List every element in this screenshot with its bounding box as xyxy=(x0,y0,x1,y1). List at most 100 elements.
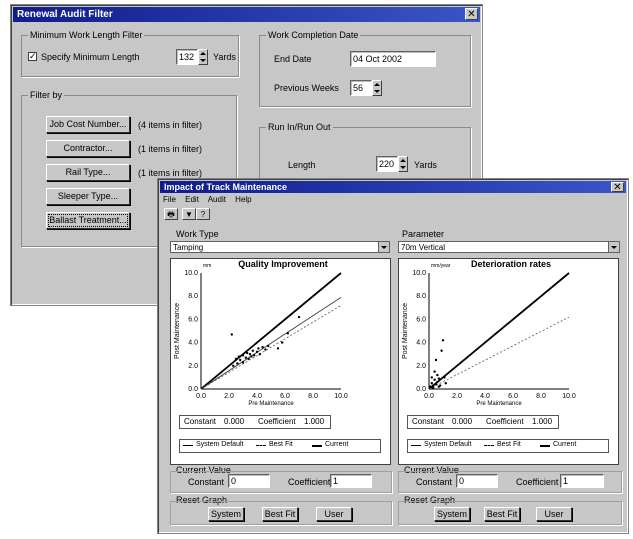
job-cost-number-button[interactable]: Job Cost Number... xyxy=(46,116,130,133)
rail-type-button[interactable]: Rail Type... xyxy=(46,164,130,181)
data-point xyxy=(241,361,245,364)
data-point xyxy=(281,341,284,344)
menu-bar: File Edit Audit Help xyxy=(163,195,259,204)
quality-chart-panel: Quality Improvement mm 0.0 0.0 2.0 2.0 4.0 4.0 6… xyxy=(170,258,391,465)
data-point xyxy=(250,355,253,358)
series-line-system-default xyxy=(200,272,342,390)
y-tick-label: 0.0 xyxy=(416,386,426,393)
coefficient-readout-value: 1.000 xyxy=(304,417,325,426)
help-pointer-icon[interactable]: ? xyxy=(196,208,210,220)
specify-min-length-checkbox[interactable]: ✓ xyxy=(28,52,37,61)
length-input[interactable]: 220 xyxy=(376,156,398,172)
system-button[interactable]: System xyxy=(434,507,470,521)
previous-weeks-input[interactable]: 56 xyxy=(350,80,372,96)
x-axis-label: Pre Maintenance xyxy=(248,401,294,407)
y-tick-label: 0.0 xyxy=(188,386,198,393)
data-point xyxy=(234,357,238,361)
min-length-input[interactable]: 132 xyxy=(176,49,198,65)
user-button[interactable]: User xyxy=(536,507,572,521)
data-point xyxy=(255,350,259,354)
data-point xyxy=(230,333,233,336)
data-point xyxy=(433,370,436,373)
legend-system-default: System Default xyxy=(424,441,472,448)
data-point xyxy=(276,347,280,350)
min-length-group: Minimum Work Length Filter ✓ Specify Min… xyxy=(21,30,239,77)
x-tick-label: 6.0 xyxy=(508,393,518,400)
data-point xyxy=(236,362,239,365)
legend-best-fit: Best Fit xyxy=(269,441,293,448)
cv-constant-input[interactable]: 0 xyxy=(456,474,498,488)
chevron-down-icon[interactable] xyxy=(378,242,389,252)
quality-legend: System Default Best Fit Current xyxy=(179,439,381,453)
data-point xyxy=(429,385,432,388)
best-fit-button[interactable]: Best Fit xyxy=(484,507,520,521)
back-close-button[interactable]: ✕ xyxy=(465,8,478,20)
x-tick-label: 4.0 xyxy=(252,393,262,400)
parameter-label: Parameter xyxy=(402,229,445,239)
y-tick-label: 4.0 xyxy=(188,340,198,347)
end-date-input[interactable]: 04 Oct 2002 xyxy=(350,51,436,67)
ballast-treatment-button[interactable]: Ballast Treatment... xyxy=(46,212,130,229)
cv-coefficient-input[interactable]: 1 xyxy=(330,474,372,488)
menu-audit[interactable]: Audit xyxy=(208,195,226,204)
previous-weeks-label: Previous Weeks xyxy=(274,83,339,93)
data-point xyxy=(434,383,438,386)
data-point xyxy=(246,351,249,355)
sleeper-type-button[interactable]: Sleeper Type... xyxy=(46,188,130,205)
x-axis-label: Pre Maintenance xyxy=(476,401,522,407)
cv-constant-input[interactable]: 0 xyxy=(228,474,270,488)
data-point xyxy=(257,347,260,350)
constant-readout-value: 0.000 xyxy=(452,417,473,426)
previous-weeks-spinner[interactable] xyxy=(372,80,382,96)
data-point xyxy=(244,356,247,359)
best-fit-button[interactable]: Best Fit xyxy=(262,507,298,521)
data-point xyxy=(261,346,264,349)
chart-title: Deterioration rates xyxy=(471,259,551,269)
menu-help[interactable]: Help xyxy=(235,195,251,204)
constant-readout-label: Constant xyxy=(184,417,217,426)
deterioration-legend: System Default Best Fit Current xyxy=(407,439,609,453)
contractor-button[interactable]: Contractor... xyxy=(46,140,130,157)
front-close-button[interactable]: ✕ xyxy=(611,182,624,193)
min-length-spinner[interactable] xyxy=(198,49,208,65)
data-point xyxy=(433,378,436,381)
length-spinner[interactable] xyxy=(398,156,408,172)
y-tick-label: 8.0 xyxy=(416,293,426,300)
data-point xyxy=(440,349,443,352)
user-button[interactable]: User xyxy=(316,507,352,521)
filter-icon[interactable]: ▼ xyxy=(182,208,196,220)
x-tick-label: 8.0 xyxy=(308,393,318,400)
menu-edit[interactable]: Edit xyxy=(185,195,199,204)
chart-unit-label: mm xyxy=(203,263,211,269)
cv-coefficient-input[interactable]: 1 xyxy=(560,474,604,488)
chevron-down-icon[interactable] xyxy=(608,242,619,252)
menu-file[interactable]: File xyxy=(163,195,176,204)
parameter-combo[interactable]: 70m Vertical xyxy=(398,241,620,253)
contractor-status: (1 items in filter) xyxy=(138,144,203,154)
toolbar: 🖶 ▼ ? xyxy=(164,208,224,221)
filter-by-group-label: Filter by xyxy=(28,90,65,100)
specify-min-length-label: Specify Minimum Length xyxy=(41,52,140,62)
system-button[interactable]: System xyxy=(208,507,244,521)
x-tick-label: 10.0 xyxy=(334,393,348,400)
length-label: Length xyxy=(288,160,316,170)
printer-icon[interactable]: 🖶 xyxy=(164,208,178,220)
work-type-combo[interactable]: Tamping xyxy=(170,241,390,253)
data-point xyxy=(237,355,240,358)
data-point xyxy=(248,353,252,356)
data-point xyxy=(437,377,440,380)
run-in-out-group-label: Run In/Run Out xyxy=(266,122,333,132)
back-window-title: Renewal Audit Filter xyxy=(13,7,480,22)
series-line-best-fit xyxy=(428,316,570,390)
length-unit: Yards xyxy=(414,160,437,170)
legend-system-default: System Default xyxy=(196,441,244,448)
x-tick-label: 0.0 xyxy=(196,393,206,400)
y-axis-label: Post Maintenance xyxy=(174,303,181,359)
min-length-group-label: Minimum Work Length Filter xyxy=(28,30,145,40)
x-tick-label: 2.0 xyxy=(224,393,234,400)
series-line-system-default xyxy=(428,272,570,390)
cv-coefficient-label: Coefficient xyxy=(516,477,559,487)
rail-type-status: (1 items in filter) xyxy=(138,168,203,178)
end-date-label: End Date xyxy=(274,54,312,64)
y-tick-label: 10.0 xyxy=(184,270,198,277)
